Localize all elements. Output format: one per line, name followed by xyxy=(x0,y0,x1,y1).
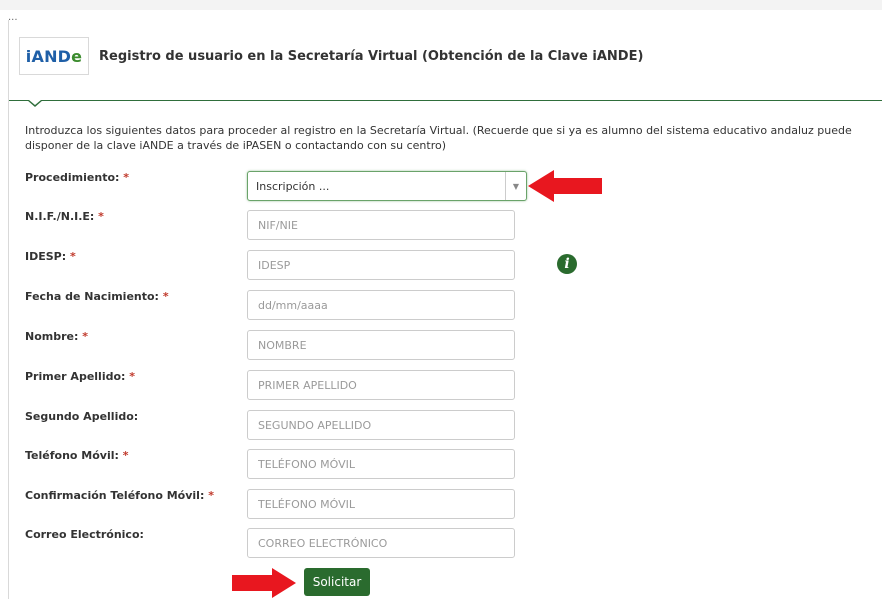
procedimiento-label: Procedimiento: * xyxy=(25,171,130,184)
apellido2-label: Segundo Apellido: xyxy=(25,410,139,423)
page-title: Registro de usuario en la Secretaría Vir… xyxy=(99,48,644,64)
intro-text: Introduzca los siguientes datos para pro… xyxy=(25,124,852,152)
info-icon[interactable]: i xyxy=(557,254,577,274)
nombre-input[interactable] xyxy=(247,330,515,360)
chevron-down-icon[interactable]: ▼ xyxy=(505,172,526,200)
telefono-confirm-input[interactable] xyxy=(247,489,515,519)
fecha-label: Fecha de Nacimiento: * xyxy=(25,290,169,303)
red-arrow-icon xyxy=(528,170,602,202)
top-bar xyxy=(0,0,882,10)
nif-label: N.I.F./N.I.E: * xyxy=(25,210,104,223)
row-fecha: Fecha de Nacimiento: * xyxy=(25,290,585,322)
procedimiento-value: Inscripción ... xyxy=(256,179,330,193)
row-idesp: IDESP: * i xyxy=(25,250,585,282)
iande-logo: iAND e xyxy=(19,37,89,75)
row-nombre: Nombre: * xyxy=(25,330,585,362)
divider-notch-inner xyxy=(29,100,41,105)
header-divider xyxy=(9,100,882,101)
apellido1-label: Primer Apellido: * xyxy=(25,370,136,383)
nif-input[interactable] xyxy=(247,210,515,240)
row-apellido1: Primer Apellido: * xyxy=(25,370,585,402)
row-nif: N.I.F./N.I.E: * xyxy=(25,210,585,242)
panel-header: iAND e Registro de usuario en la Secretar… xyxy=(19,36,643,76)
logo-text-blue: iAND xyxy=(25,46,72,66)
solicitar-button[interactable]: Solicitar xyxy=(304,568,370,596)
nombre-label: Nombre: * xyxy=(25,330,88,343)
row-telefono-conf: Confirmación Teléfono Móvil: * xyxy=(25,489,585,521)
telefono-input[interactable] xyxy=(247,449,515,479)
red-arrow-icon xyxy=(232,568,296,598)
registration-panel: iAND e Registro de usuario en la Secretar… xyxy=(8,20,882,599)
idesp-input[interactable] xyxy=(247,250,515,280)
primer-apellido-input[interactable] xyxy=(247,370,515,400)
correo-label: Correo Electrónico: xyxy=(25,528,144,541)
telefono-label: Teléfono Móvil: * xyxy=(25,449,129,462)
row-procedimiento: Procedimiento: * Inscripción ... ▼ xyxy=(25,171,585,203)
telefono-conf-label: Confirmación Teléfono Móvil: * xyxy=(25,489,214,502)
procedimiento-select[interactable]: Inscripción ... ▼ xyxy=(247,171,527,201)
correo-input[interactable] xyxy=(247,528,515,558)
logo-text-green: e xyxy=(71,46,83,66)
row-apellido2: Segundo Apellido: xyxy=(25,410,585,442)
birthdate-input[interactable] xyxy=(247,290,515,320)
idesp-label: IDESP: * xyxy=(25,250,76,263)
row-correo: Correo Electrónico: xyxy=(25,528,585,560)
segundo-apellido-input[interactable] xyxy=(247,410,515,440)
row-telefono: Teléfono Móvil: * xyxy=(25,449,585,481)
